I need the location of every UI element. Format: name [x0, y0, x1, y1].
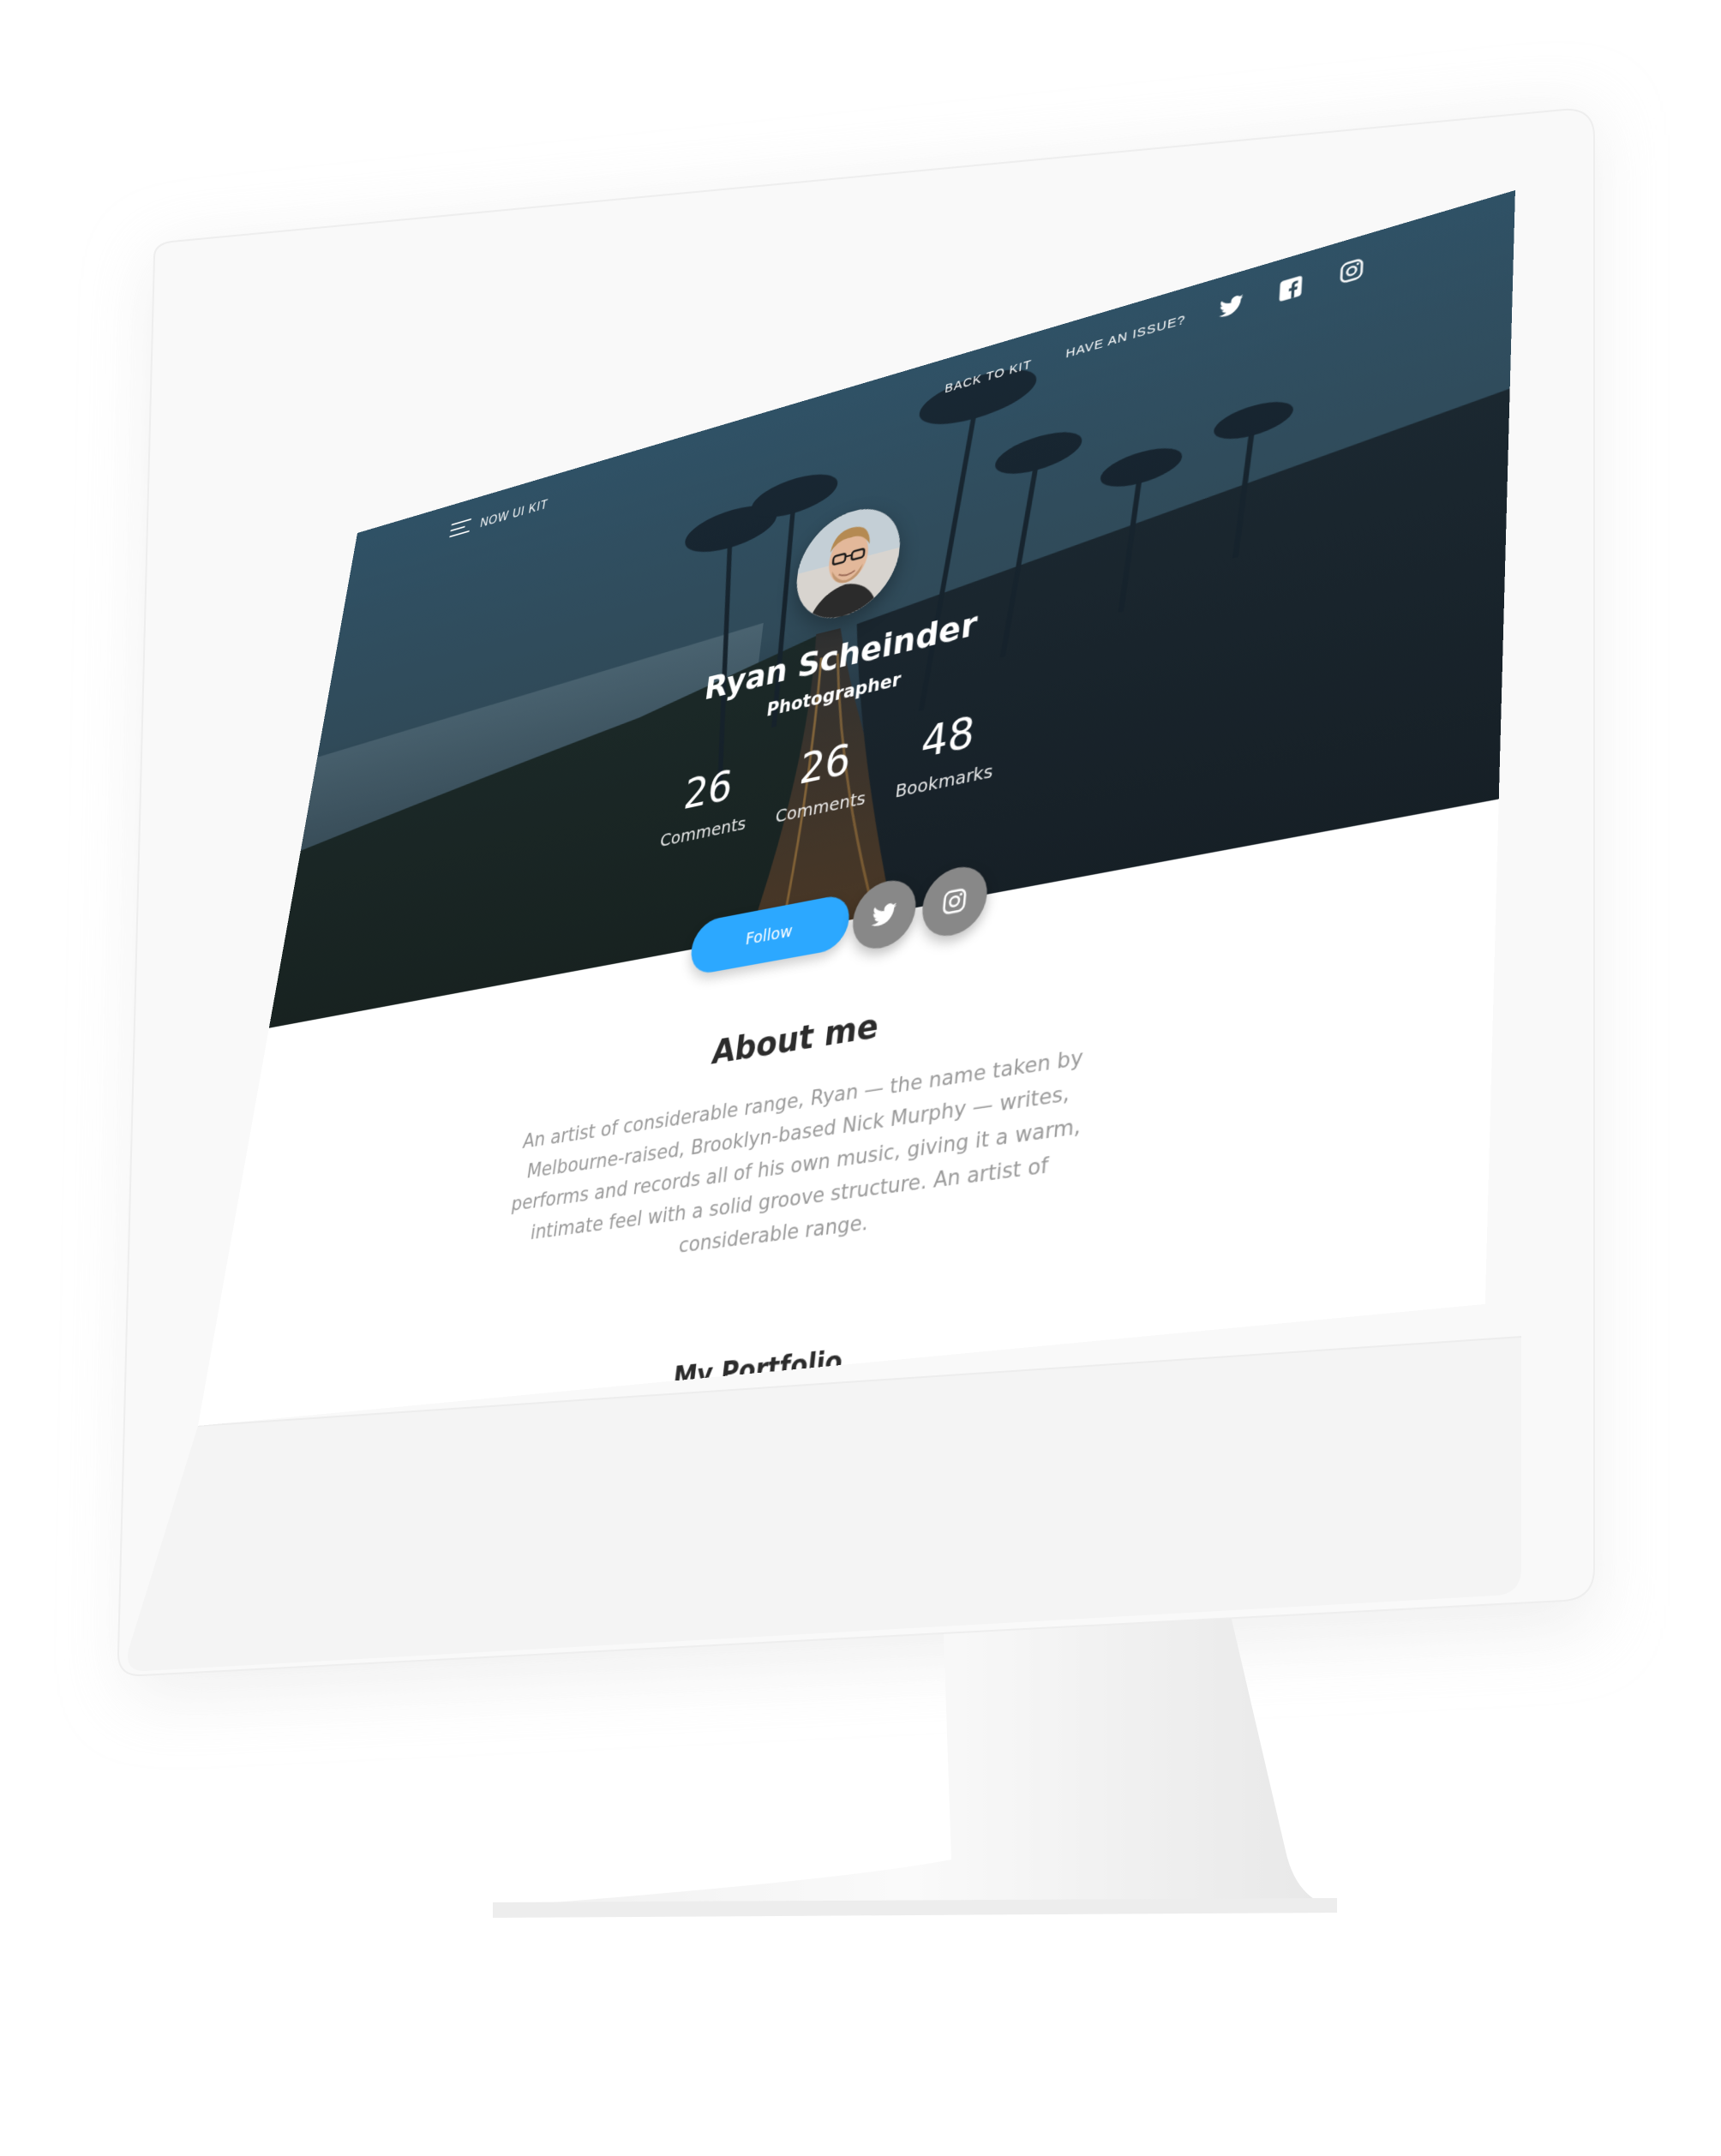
nav-link-have-an-issue[interactable]: HAVE AN ISSUE? [1065, 312, 1186, 361]
navbar-brand[interactable]: NOW UI KIT [479, 498, 549, 531]
facebook-icon[interactable] [1277, 272, 1304, 304]
twitter-icon [871, 901, 897, 927]
instagram-icon [940, 884, 969, 918]
nav-link-back-to-kit[interactable]: BACK TO KIT [944, 356, 1033, 396]
menu-toggle-icon[interactable] [448, 518, 472, 543]
monitor-mockup: NOW UI KIT BACK TO KIT HAVE AN ISSUE? Ry… [0, 0, 1721, 2156]
twitter-icon[interactable] [1218, 290, 1245, 321]
instagram-icon[interactable] [1338, 255, 1366, 286]
